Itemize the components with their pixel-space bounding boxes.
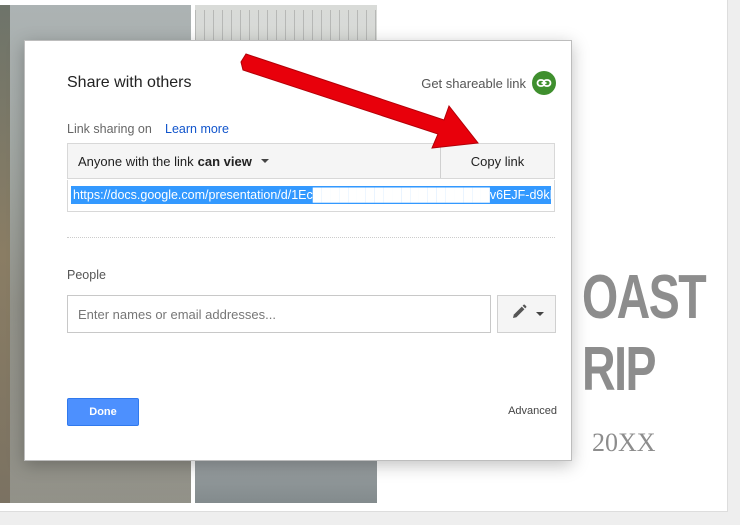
share-url-field[interactable]: https://docs.google.com/presentation/d/1… bbox=[67, 180, 555, 212]
link-sharing-status: Link sharing on bbox=[67, 122, 152, 136]
cliff-shape bbox=[0, 5, 10, 503]
link-icon bbox=[532, 71, 556, 95]
share-url-text: https://docs.google.com/presentation/d/1… bbox=[71, 186, 551, 204]
people-label: People bbox=[67, 268, 106, 282]
share-dialog: Share with others Get shareable link Lin… bbox=[24, 40, 572, 461]
advanced-link[interactable]: Advanced bbox=[508, 405, 557, 417]
slide-title-line-1: OAST bbox=[582, 263, 707, 332]
chevron-down-icon bbox=[535, 312, 544, 316]
slide-title-line-2: RIP bbox=[582, 335, 657, 404]
access-level: can view bbox=[197, 153, 252, 169]
section-divider bbox=[67, 237, 555, 238]
get-shareable-link-button[interactable]: Get shareable link bbox=[421, 71, 556, 95]
dialog-title: Share with others bbox=[67, 74, 192, 91]
access-prefix: Anyone with the link bbox=[78, 153, 194, 169]
water-strip bbox=[195, 458, 377, 503]
access-level-dropdown[interactable]: Anyone with the link can view bbox=[68, 144, 442, 178]
chevron-down-icon bbox=[260, 159, 269, 163]
link-access-row: Anyone with the link can view Copy link bbox=[67, 143, 555, 179]
shareable-link-label: Get shareable link bbox=[421, 75, 526, 91]
learn-more-link[interactable]: Learn more bbox=[165, 122, 229, 136]
slide-year: 20XX bbox=[592, 428, 656, 457]
done-button[interactable]: Done bbox=[67, 398, 139, 426]
permission-dropdown-button[interactable] bbox=[497, 295, 556, 333]
copy-link-button[interactable]: Copy link bbox=[440, 144, 554, 178]
people-input[interactable] bbox=[67, 295, 491, 333]
pencil-icon bbox=[510, 303, 528, 326]
